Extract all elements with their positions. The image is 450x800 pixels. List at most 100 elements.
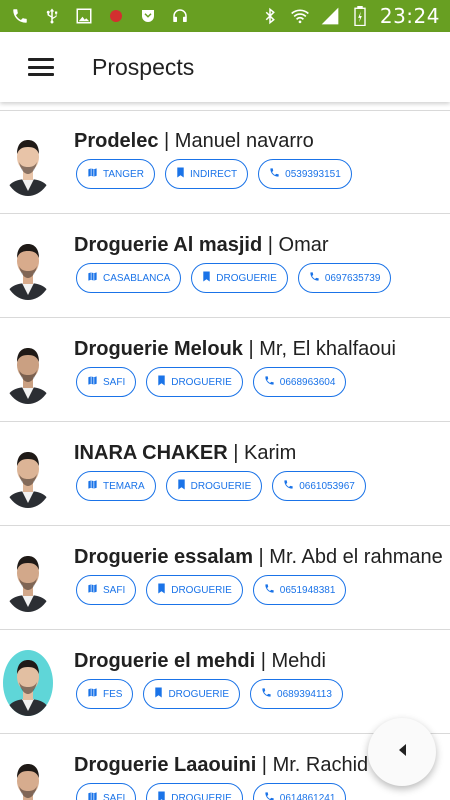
city-label: CASABLANCA <box>103 272 171 284</box>
avatar <box>3 754 53 800</box>
city-chip[interactable]: SAFI <box>76 367 137 397</box>
category-label: DROGUERIE <box>216 272 277 284</box>
title-separator: | <box>227 442 245 464</box>
city-label: TANGER <box>103 168 144 180</box>
back-fab-button[interactable] <box>368 718 436 786</box>
bookmark-icon <box>154 687 163 701</box>
map-icon <box>87 167 98 181</box>
phone-chip[interactable]: 0661053967 <box>272 471 366 501</box>
category-chip[interactable]: DROGUERIE <box>165 471 263 501</box>
phone-chip[interactable]: 0614861241 <box>252 783 347 800</box>
phone-chip[interactable]: 0668963604 <box>252 367 347 397</box>
menu-icon[interactable] <box>28 56 54 78</box>
city-label: FES <box>103 688 123 700</box>
phone-icon <box>264 583 275 597</box>
city-chip[interactable]: SAFI <box>76 783 137 800</box>
phone-label: 0651948381 <box>279 584 336 596</box>
prospect-title: Droguerie Melouk | Mr, El khalfaoui <box>74 338 396 361</box>
wifi-icon <box>290 6 310 26</box>
phone-icon <box>309 271 320 285</box>
bookmark-icon <box>202 271 211 285</box>
phone-label: 0689394113 <box>277 688 332 700</box>
prospect-name: Droguerie essalam <box>74 546 253 568</box>
title-separator: | <box>256 754 273 776</box>
bluetooth-icon <box>260 6 280 26</box>
list-item[interactable]: Droguerie el mehdi | Mehdi FES DROGUERIE 06… <box>0 630 450 734</box>
category-chip[interactable]: DROGUERIE <box>143 679 241 709</box>
city-chip[interactable]: CASABLANCA <box>76 263 182 293</box>
list-item[interactable]: Droguerie Al masjid | Omar CASABLANCA DROG… <box>0 214 450 318</box>
status-bar: 23:24 <box>0 0 450 32</box>
city-chip[interactable]: SAFI <box>76 575 137 605</box>
category-chip[interactable]: DROGUERIE <box>146 575 243 605</box>
prospect-contact: Manuel navarro <box>174 130 314 152</box>
pocket-icon <box>138 6 158 26</box>
prospect-chips: TANGER INDIRECT 0539393151 <box>76 159 352 189</box>
prospect-name: Prodelec <box>74 130 159 152</box>
prospect-title: Droguerie Laaouini | Mr. Rachid <box>74 754 368 777</box>
phone-icon <box>10 6 30 26</box>
phone-label: 0614861241 <box>279 792 336 800</box>
page-title: Prospects <box>92 53 195 80</box>
prospect-contact: Omar <box>278 234 329 256</box>
map-icon <box>87 271 98 285</box>
category-chip[interactable]: DROGUERIE <box>146 367 243 397</box>
prospect-title: Prodelec | Manuel navarro <box>74 130 314 153</box>
image-icon <box>74 6 94 26</box>
headset-icon <box>170 6 190 26</box>
city-label: SAFI <box>103 376 126 388</box>
phone-chip[interactable]: 0651948381 <box>252 575 347 605</box>
list-item[interactable]: INARA CHAKER | Karim TEMARA DROGUERIE 06610… <box>0 422 450 526</box>
city-label: SAFI <box>103 584 126 596</box>
bookmark-icon <box>176 167 185 181</box>
avatar <box>3 130 53 196</box>
prospect-chips: CASABLANCA DROGUERIE 0697635739 <box>76 263 392 293</box>
category-chip[interactable]: INDIRECT <box>164 159 249 189</box>
app-bar: Prospects <box>0 32 450 102</box>
list-item[interactable]: Droguerie essalam | Mr. Abd el rahmane SA… <box>0 526 450 630</box>
avatar <box>3 650 53 716</box>
phone-label: 0668963604 <box>279 376 336 388</box>
category-label: DROGUERIE <box>171 584 232 596</box>
prospect-name: INARA CHAKER <box>74 442 228 464</box>
bookmark-icon <box>157 375 166 389</box>
prospect-list[interactable]: Prodelec | Manuel navarro TANGER INDIRECT 0… <box>0 102 450 800</box>
list-item[interactable]: Prodelec | Manuel navarro TANGER INDIRECT 0… <box>0 110 450 214</box>
prospect-contact: Mr. Rachid <box>272 754 369 776</box>
avatar <box>3 234 53 300</box>
usb-icon <box>42 6 62 26</box>
map-icon <box>87 479 98 493</box>
status-time: 23:24 <box>379 4 440 28</box>
phone-chip[interactable]: 0689394113 <box>250 679 343 709</box>
city-chip[interactable]: TEMARA <box>76 471 156 501</box>
map-icon <box>87 791 98 800</box>
map-icon <box>87 583 98 597</box>
title-separator: | <box>262 234 279 256</box>
category-chip[interactable]: DROGUERIE <box>146 783 243 800</box>
category-chip[interactable]: DROGUERIE <box>191 263 288 293</box>
avatar <box>3 442 53 508</box>
prospect-name: Droguerie el mehdi <box>74 650 256 672</box>
prospect-title: Droguerie Al masjid | Omar <box>74 234 329 257</box>
prospect-contact: Mr, El khalfaoui <box>259 338 396 360</box>
category-label: DROGUERIE <box>168 688 230 700</box>
phone-label: 0661053967 <box>299 480 355 492</box>
signal-icon <box>320 6 340 26</box>
battery-icon <box>350 6 370 26</box>
city-chip[interactable]: FES <box>76 679 134 709</box>
avatar <box>3 338 53 404</box>
arrow-left-icon <box>395 742 409 763</box>
title-separator: | <box>242 338 260 360</box>
prospect-contact: Mehdi <box>271 650 326 672</box>
city-chip[interactable]: TANGER <box>76 159 155 189</box>
bookmark-icon <box>157 583 166 597</box>
phone-chip[interactable]: 0539393151 <box>258 159 352 189</box>
prospect-name: Droguerie Melouk <box>74 338 243 360</box>
list-item[interactable]: Droguerie Melouk | Mr, El khalfaoui SAFI D… <box>0 318 450 422</box>
category-label: DROGUERIE <box>190 480 252 492</box>
phone-chip[interactable]: 0697635739 <box>297 263 392 293</box>
category-label: DROGUERIE <box>171 376 232 388</box>
phone-icon <box>269 167 280 181</box>
prospect-title: Droguerie essalam | Mr. Abd el rahmane <box>74 546 443 569</box>
title-separator: | <box>252 546 270 568</box>
